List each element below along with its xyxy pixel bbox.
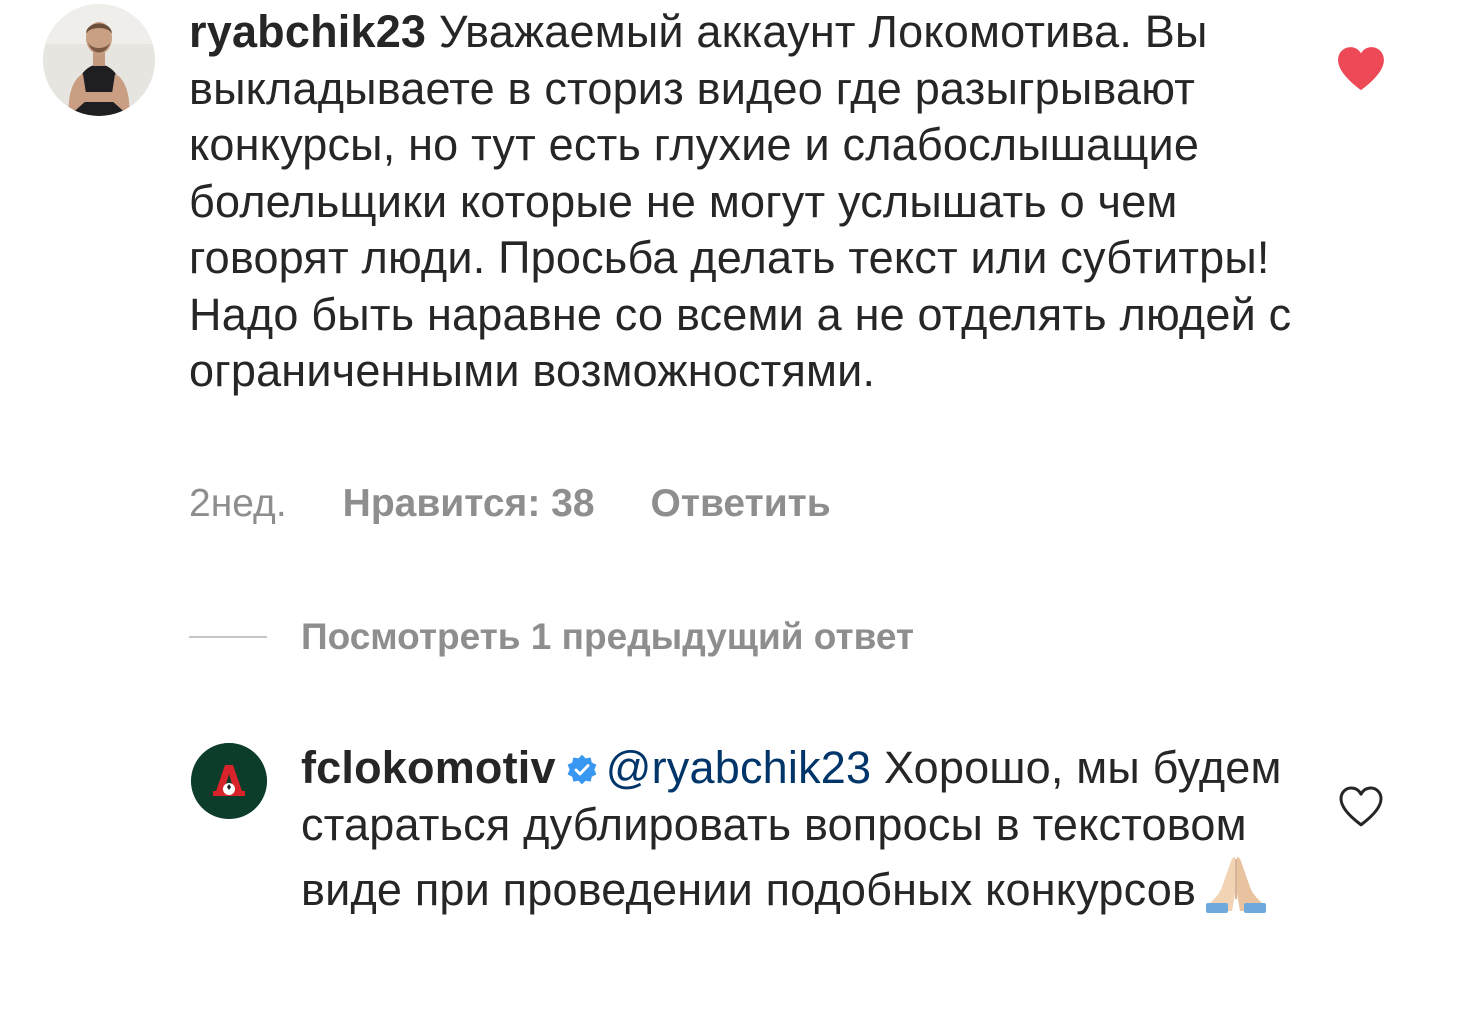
heart-outline-icon <box>1339 786 1383 827</box>
view-previous-replies-label: Посмотреть 1 предыдущий ответ <box>301 616 915 657</box>
comment-main-body: ryabchik23 Уважаемый аккаунт Локомотива.… <box>189 4 1309 400</box>
comment-reply-heart-icon[interactable] <box>1337 783 1385 829</box>
user-avatar-image <box>43 4 155 116</box>
club-logo-icon <box>191 743 267 819</box>
comment-main-heart-icon[interactable] <box>1336 44 1386 92</box>
heart-filled-icon <box>1338 47 1384 91</box>
comment-reply-body: fclokomotiv @ryabchik23 Хорошо, мы будем … <box>301 740 1301 919</box>
comment-main-text: Уважаемый аккаунт Локомотива. Вы выклады… <box>189 6 1292 396</box>
comment-main-reply-button[interactable]: Ответить <box>651 482 831 525</box>
comment-main-meta: 2нед. Нравится: 38 Ответить <box>189 482 887 526</box>
club-avatar[interactable] <box>191 743 267 819</box>
verified-badge-icon <box>566 743 598 785</box>
comment-reply-mention[interactable]: @ryabchik23 <box>606 742 872 793</box>
view-previous-replies[interactable]: Посмотреть 1 предыдущий ответ <box>189 612 914 662</box>
comment-main-time: 2нед. <box>189 482 287 525</box>
folded-hands-icon <box>1204 853 1268 913</box>
replies-divider-line <box>189 636 267 638</box>
comment-main-username[interactable]: ryabchik23 <box>189 6 426 57</box>
comment-main-likes[interactable]: Нравится: 38 <box>343 482 595 525</box>
user-avatar[interactable] <box>43 4 155 116</box>
comment-reply-username[interactable]: fclokomotiv <box>301 742 556 793</box>
